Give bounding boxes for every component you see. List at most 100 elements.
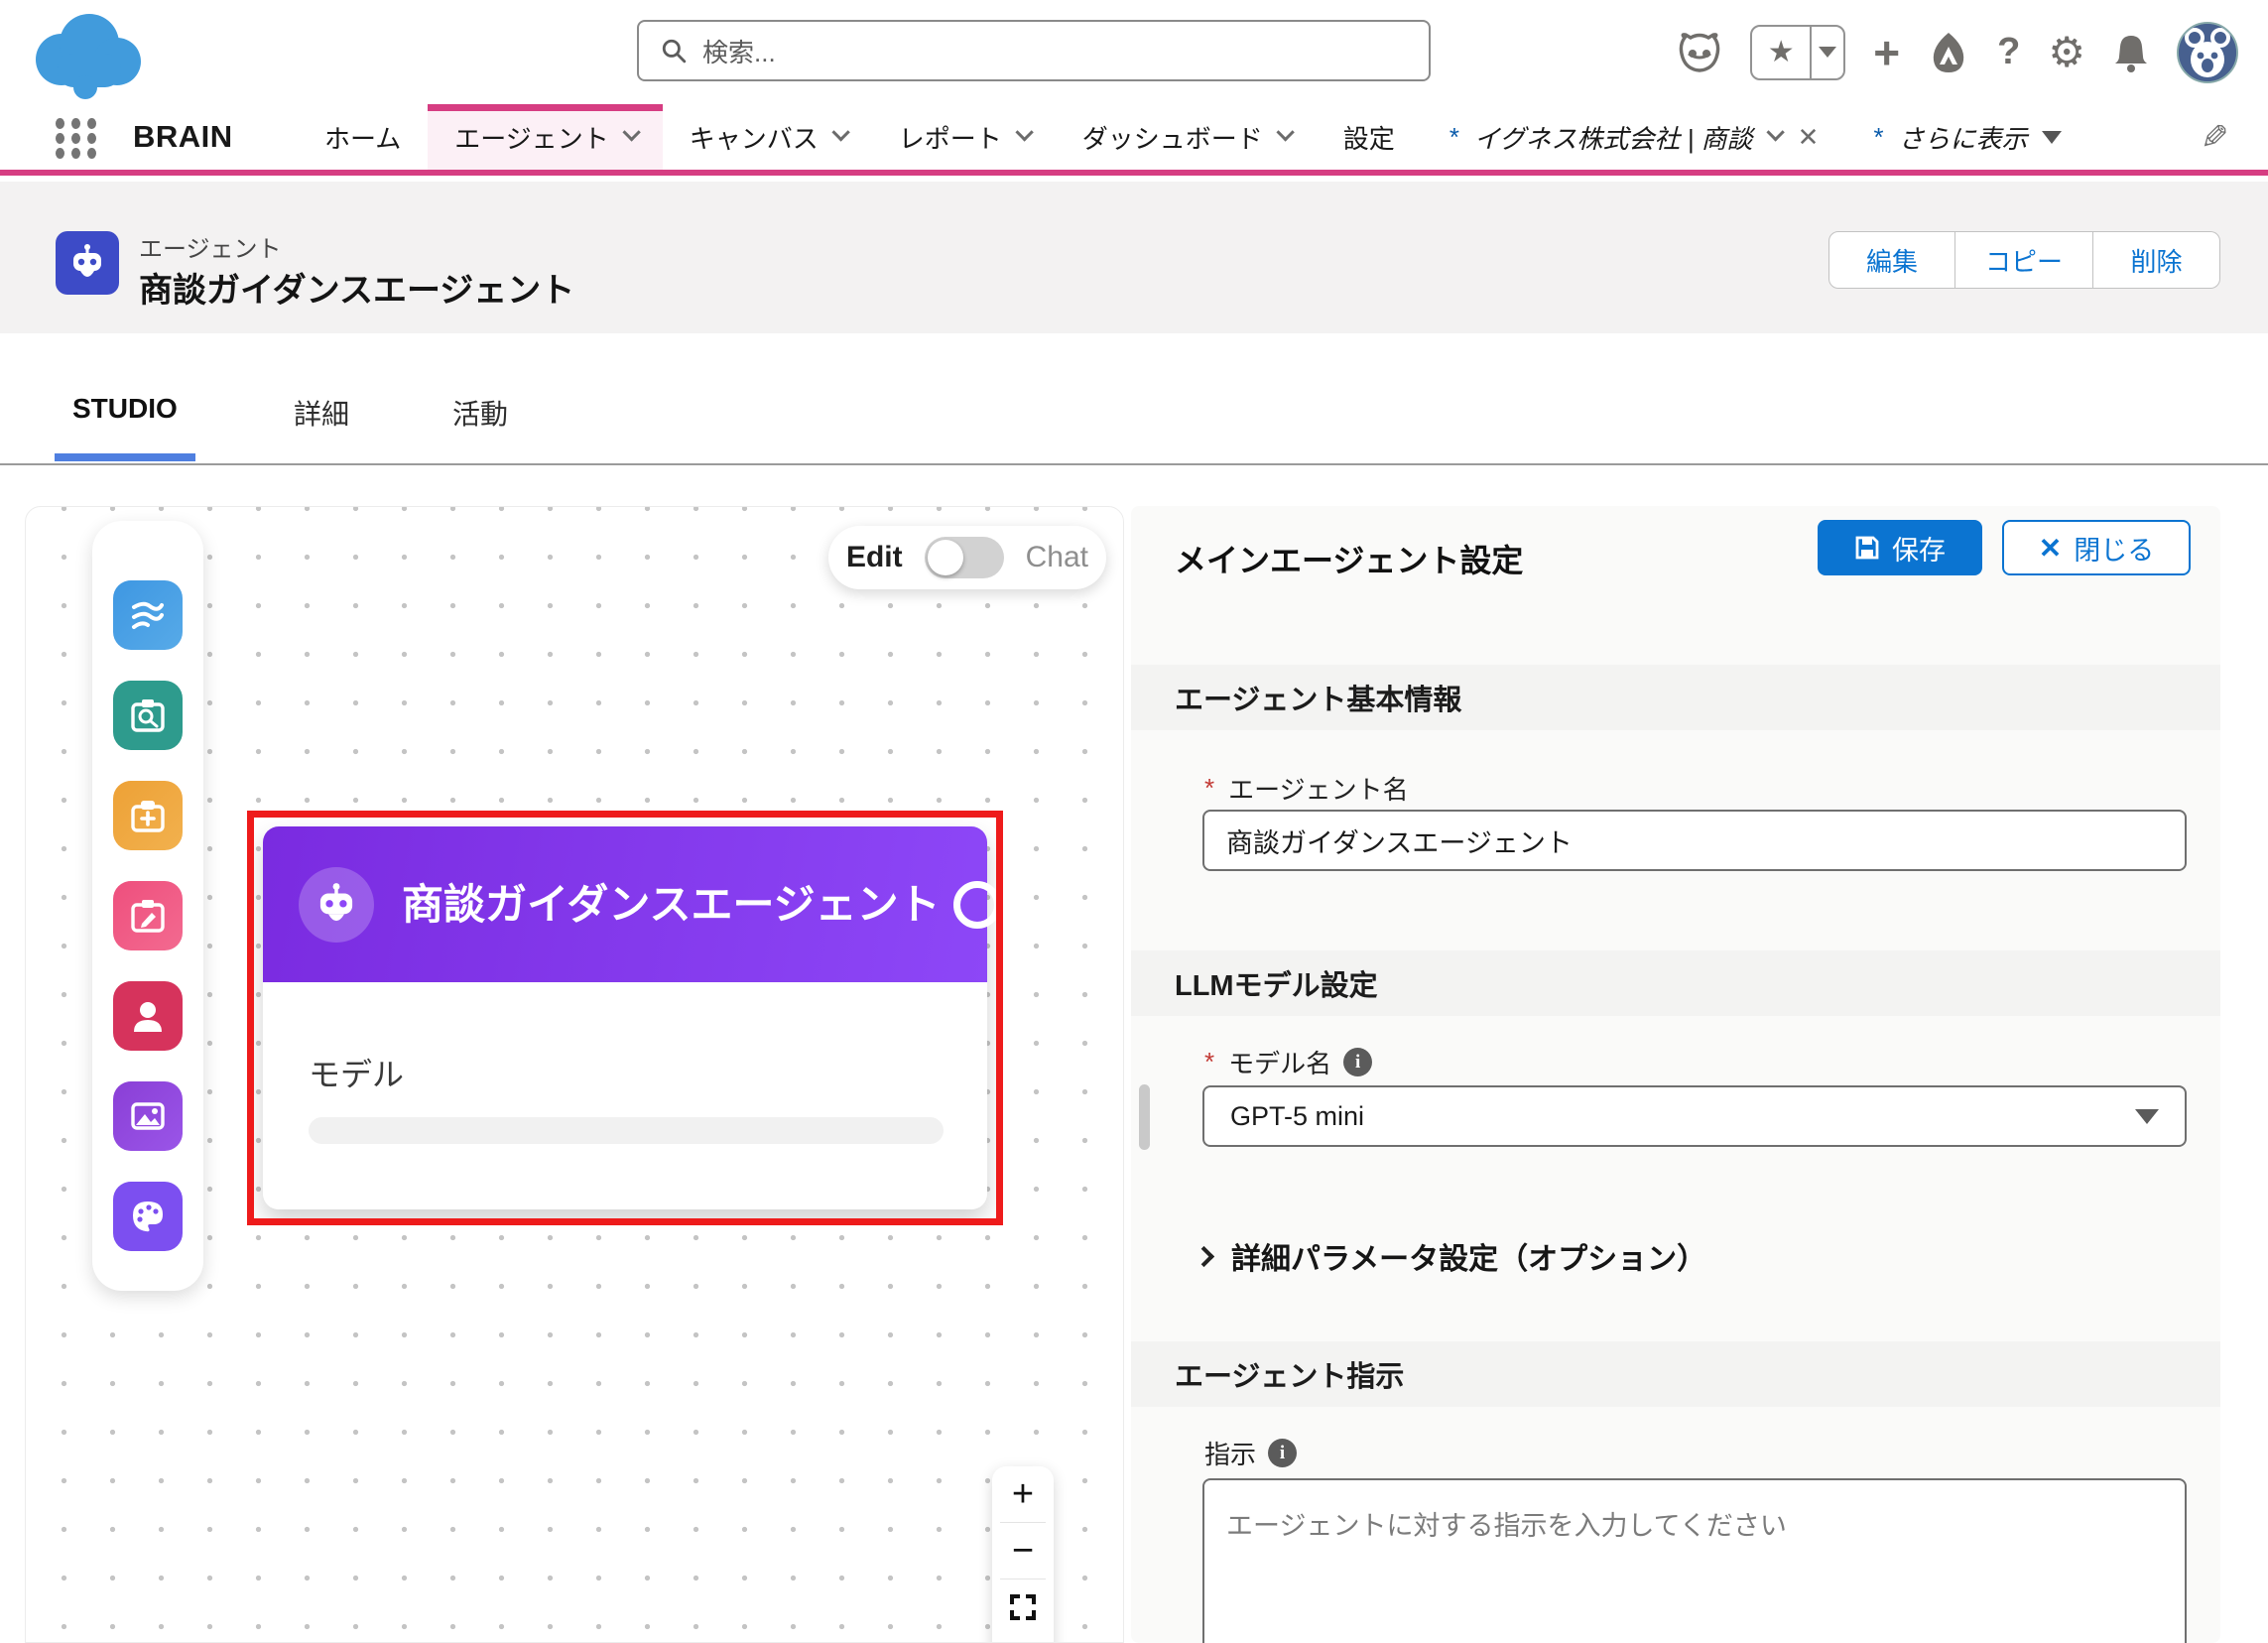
record-actions: 編集 コピー 削除 bbox=[1828, 231, 2220, 289]
agent-node-header: 商談ガイダンスエージェント bbox=[263, 826, 987, 982]
model-select[interactable]: GPT-5 mini bbox=[1202, 1085, 2187, 1147]
global-search-input[interactable]: 検索... bbox=[637, 20, 1431, 81]
chevron-down-icon[interactable] bbox=[1015, 123, 1033, 141]
node-selection-outline: 商談ガイダンスエージェント モデル bbox=[247, 811, 1003, 1225]
canvas-zoom-controls: + − bbox=[992, 1466, 1054, 1643]
robot-icon bbox=[67, 243, 107, 283]
chevron-down-icon[interactable] bbox=[1766, 123, 1784, 141]
studio-canvas[interactable]: Edit Chat 商談 bbox=[25, 506, 1124, 1643]
node-model-placeholder-bar[interactable] bbox=[309, 1117, 944, 1144]
zoom-in-button[interactable]: + bbox=[992, 1466, 1054, 1522]
agent-node-body: モデル bbox=[263, 982, 987, 1209]
nav-tab-home[interactable]: ホーム bbox=[298, 104, 428, 170]
favorites-control: ★ bbox=[1750, 25, 1845, 80]
section-agent-instructions: エージェント指示 bbox=[1131, 1341, 2220, 1407]
model-select-value: GPT-5 mini bbox=[1230, 1101, 1364, 1132]
delete-button[interactable]: 削除 bbox=[2093, 231, 2220, 289]
nav-tab-show-more[interactable]: * さらに表示 bbox=[1845, 104, 2087, 170]
select-caret-icon bbox=[2135, 1109, 2159, 1124]
user-tool-icon[interactable] bbox=[113, 981, 183, 1051]
app-launcher-waffle-icon[interactable] bbox=[56, 118, 99, 158]
main-agent-settings-panel: メインエージェント設定 保存 ✕ 閉じる エージェント基本情報 * エージェント… bbox=[1131, 506, 2220, 1643]
nav-bar: BRAIN ホーム エージェント キャンバス レポート ダッシュボード 設定 * bbox=[0, 104, 2268, 176]
entity-type-label: エージェント bbox=[139, 229, 282, 264]
nav-tab-settings[interactable]: 設定 bbox=[1317, 104, 1422, 170]
info-icon[interactable]: i bbox=[1343, 1048, 1372, 1076]
global-header-icons: ★ + ? ⚙ bbox=[1677, 0, 2238, 104]
record-search-tool-icon[interactable] bbox=[113, 681, 183, 750]
salesforce-cloud-logo bbox=[28, 4, 147, 99]
robot-icon bbox=[314, 882, 359, 928]
notifications-bell-icon[interactable] bbox=[2113, 33, 2149, 72]
node-title: 商談ガイダンスエージェント bbox=[402, 879, 957, 930]
chevron-down-icon[interactable] bbox=[622, 123, 640, 141]
required-mark: * bbox=[1204, 1047, 1214, 1077]
node-robot-avatar bbox=[299, 867, 374, 943]
favorites-star-icon[interactable]: ★ bbox=[1752, 27, 1810, 78]
tab-studio[interactable]: STUDIO bbox=[72, 393, 178, 425]
favorites-dropdown-icon[interactable] bbox=[1810, 27, 1843, 78]
app-root: 検索... ★ + bbox=[0, 0, 2268, 1643]
advanced-params-toggle[interactable]: 詳細パラメータ設定（オプション） bbox=[1197, 1234, 1706, 1278]
einstein-icon[interactable] bbox=[1677, 32, 1722, 73]
dropdown-caret-icon[interactable] bbox=[2042, 131, 2062, 144]
chevron-right-icon bbox=[1194, 1245, 1214, 1266]
global-header: 検索... ★ + bbox=[0, 0, 2268, 104]
agent-entity-icon bbox=[56, 231, 119, 295]
switch-knob bbox=[928, 540, 963, 575]
close-tab-icon[interactable]: ✕ bbox=[1798, 122, 1820, 153]
global-actions-plus-icon[interactable]: + bbox=[1873, 30, 1900, 75]
panel-title: メインエージェント設定 bbox=[1175, 536, 1523, 581]
instructions-label: 指示 i bbox=[1204, 1435, 1297, 1471]
node-model-label: モデル bbox=[309, 1050, 404, 1095]
nav-tab-canvas[interactable]: キャンバス bbox=[663, 104, 872, 170]
panel-resize-handle[interactable] bbox=[1139, 1084, 1150, 1150]
tab-details[interactable]: 詳細 bbox=[294, 393, 349, 433]
agent-node[interactable]: 商談ガイダンスエージェント モデル bbox=[263, 826, 987, 1209]
record-add-tool-icon[interactable] bbox=[113, 781, 183, 850]
section-basic-info: エージェント基本情報 bbox=[1131, 665, 2220, 730]
tool-palette bbox=[92, 521, 203, 1291]
fit-view-button[interactable] bbox=[992, 1580, 1054, 1635]
tabs-divider bbox=[0, 463, 2268, 465]
tab-activity[interactable]: 活動 bbox=[452, 393, 508, 433]
nav-tab-report[interactable]: レポート bbox=[872, 104, 1056, 170]
agent-name-label: * エージェント名 bbox=[1204, 770, 1409, 807]
required-mark: * bbox=[1204, 773, 1214, 804]
nav-tab-agent[interactable]: エージェント bbox=[428, 104, 662, 170]
edit-button[interactable]: 編集 bbox=[1828, 231, 1955, 289]
edit-nav-pencil-icon[interactable]: ✎ bbox=[2201, 118, 2229, 158]
palette-tool-icon[interactable] bbox=[113, 1182, 183, 1251]
nav-tab-opportunity-record[interactable]: * イグネス株式会社 | 商談 ✕ bbox=[1422, 104, 1846, 170]
info-icon[interactable]: i bbox=[1268, 1439, 1297, 1467]
model-name-label: * モデル名 i bbox=[1204, 1044, 1372, 1080]
section-llm-settings: LLMモデル設定 bbox=[1131, 950, 2220, 1016]
fit-view-icon bbox=[1010, 1594, 1036, 1620]
mode-chat-label[interactable]: Chat bbox=[1026, 541, 1088, 574]
agent-name-input[interactable] bbox=[1202, 810, 2187, 871]
guidance-center-icon[interactable] bbox=[1928, 31, 1969, 74]
mode-edit-label[interactable]: Edit bbox=[846, 541, 903, 574]
setup-gear-icon[interactable]: ⚙ bbox=[2048, 28, 2085, 76]
nav-tabs: ホーム エージェント キャンバス レポート ダッシュボード 設定 * イグネス株… bbox=[298, 104, 2088, 170]
image-tool-icon[interactable] bbox=[113, 1081, 183, 1151]
zoom-out-button[interactable]: − bbox=[992, 1523, 1054, 1579]
node-connector-port[interactable] bbox=[953, 881, 1001, 929]
close-button[interactable]: ✕ 閉じる bbox=[2002, 520, 2191, 575]
save-floppy-icon bbox=[1854, 535, 1880, 561]
instructions-textarea[interactable] bbox=[1202, 1478, 2187, 1643]
help-icon[interactable]: ? bbox=[1997, 31, 2020, 73]
edit-chat-switch[interactable] bbox=[925, 537, 1004, 578]
save-button[interactable]: 保存 bbox=[1818, 520, 1982, 575]
flow-tool-icon[interactable] bbox=[113, 580, 183, 650]
record-edit-tool-icon[interactable] bbox=[113, 881, 183, 950]
chevron-down-icon[interactable] bbox=[831, 123, 849, 141]
user-avatar[interactable] bbox=[2177, 22, 2238, 83]
app-name: BRAIN bbox=[133, 104, 233, 170]
search-icon bbox=[661, 38, 687, 63]
copy-button[interactable]: コピー bbox=[1955, 231, 2093, 289]
chevron-down-icon[interactable] bbox=[1276, 123, 1294, 141]
record-tabs: STUDIO 詳細 活動 bbox=[0, 333, 2268, 506]
page-header: エージェント 商談ガイダンスエージェント 編集 コピー 削除 bbox=[0, 182, 2268, 333]
nav-tab-dashboard[interactable]: ダッシュボード bbox=[1056, 104, 1317, 170]
